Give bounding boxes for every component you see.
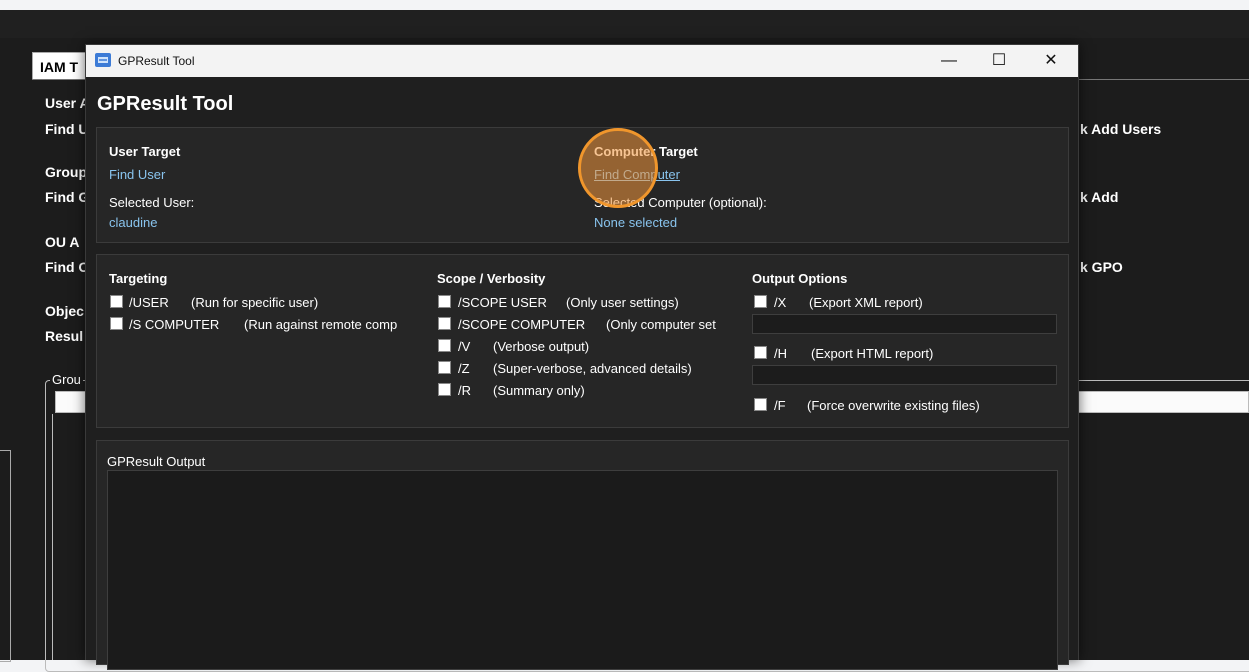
background-group-legend: Grou [50,372,83,387]
gpresult-dialog: GPResult Tool — ☐ ✕ GPResult Tool User T… [85,44,1079,670]
background-divider [52,414,53,660]
html-path-input[interactable] [752,365,1057,385]
background-label: Find O [45,259,90,275]
s-computer-flag-label: /S COMPUTER [129,317,220,332]
background-titlebar [0,10,1249,38]
selected-computer-value: None selected [594,215,678,230]
output-textarea[interactable] [107,470,1058,670]
scope-user-checkbox[interactable] [438,295,451,308]
export-html-label: /H [774,346,787,361]
user-flag-desc: (Run for specific user) [191,295,319,310]
output-label: GPResult Output [107,454,206,469]
scope-user-desc: (Only user settings) [566,295,679,310]
scope-computer-label: /SCOPE COMPUTER [458,317,586,332]
background-label: Objec [45,303,84,319]
super-verbose-checkbox[interactable] [438,361,451,374]
find-user-link[interactable]: Find User [109,167,165,182]
background-label: Resul [45,328,84,344]
output-options-header: Output Options [752,271,848,286]
export-xml-desc: (Export XML report) [809,295,923,310]
background-bulk-add-button[interactable]: k Add [1080,189,1118,205]
verbose-checkbox[interactable] [438,339,451,352]
scope-user-label: /SCOPE USER [458,295,547,310]
s-computer-flag-desc: (Run against remote comp [244,317,398,332]
dialog-titlebar[interactable]: GPResult Tool — ☐ ✕ [86,45,1078,77]
output-panel: GPResult Output [96,440,1069,670]
background-tab[interactable]: IAM T [32,52,88,80]
maximize-button[interactable]: ☐ [976,45,1022,77]
export-html-checkbox[interactable] [754,346,767,359]
background-label: OU A [45,234,80,250]
scope-computer-desc: (Only computer set [606,317,716,332]
export-html-desc: (Export HTML report) [811,346,934,361]
user-flag-label: /USER [129,295,169,310]
force-overwrite-label: /F [774,398,786,413]
options-panel: Targeting /USER (Run for specific user) … [96,254,1069,428]
selected-user-label: Selected User: [109,195,195,210]
export-xml-label: /X [774,295,787,310]
scope-header: Scope / Verbosity [437,271,546,286]
background-label: Find U [45,121,89,137]
scope-computer-checkbox[interactable] [438,317,451,330]
background-label: Group [45,164,87,180]
targeting-header: Targeting [109,271,168,286]
force-overwrite-desc: (Force overwrite existing files) [807,398,980,413]
export-xml-checkbox[interactable] [754,295,767,308]
selected-user-value: claudine [109,215,158,230]
close-button[interactable]: ✕ [1028,45,1074,77]
background-bulk-gpo-button[interactable]: k GPO [1080,259,1123,275]
minimize-button[interactable]: — [926,45,972,77]
force-overwrite-checkbox[interactable] [754,398,767,411]
background-bulk-add-users-button[interactable]: k Add Users [1080,121,1161,137]
click-indicator [578,128,658,208]
dialog-heading: GPResult Tool [97,93,234,115]
verbose-desc: (Verbose output) [493,339,590,354]
summary-label: /R [458,383,471,398]
app-icon [95,53,111,67]
background-label: User A [45,95,90,111]
user-target-header: User Target [109,144,181,159]
summary-desc: (Summary only) [493,383,585,398]
super-verbose-desc: (Super-verbose, advanced details) [493,361,692,376]
summary-checkbox[interactable] [438,383,451,396]
super-verbose-label: /Z [458,361,470,376]
verbose-label: /V [458,339,471,354]
xml-path-input[interactable] [752,314,1057,334]
user-flag-checkbox[interactable] [110,295,123,308]
window-title: GPResult Tool [118,54,195,68]
background-label: Find G [45,189,90,205]
background-side-panel [0,450,11,662]
s-computer-flag-checkbox[interactable] [110,317,123,330]
